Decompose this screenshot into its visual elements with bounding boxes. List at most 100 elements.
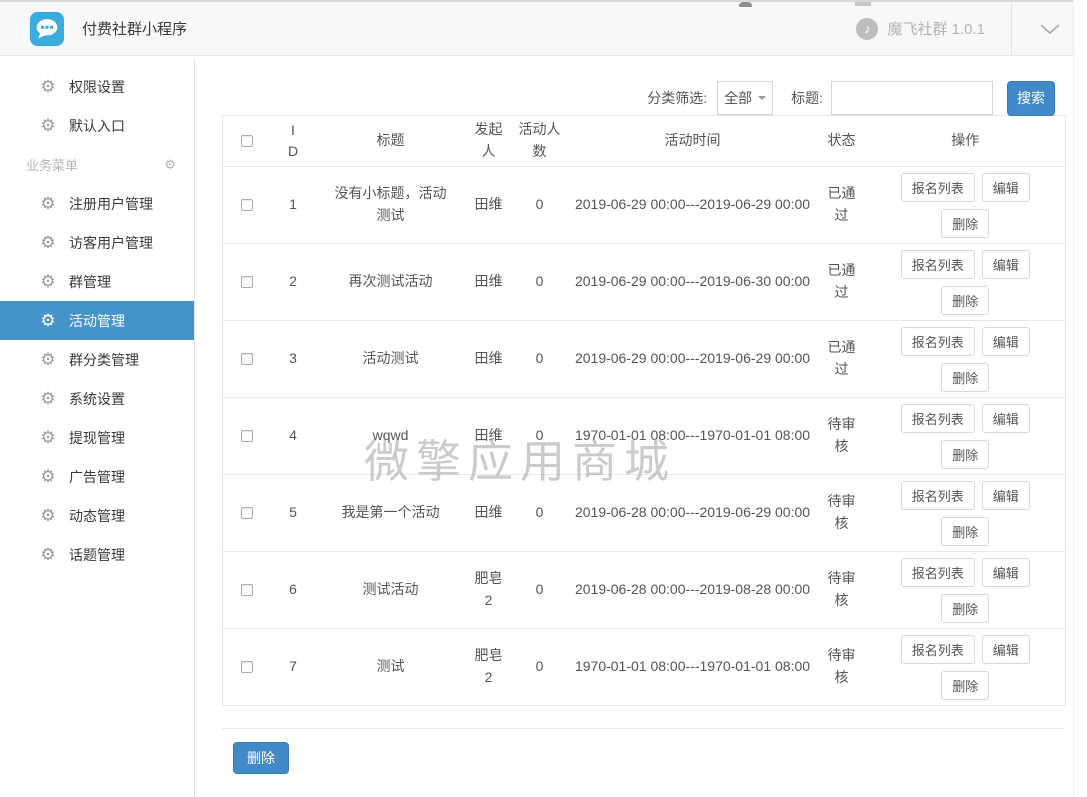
delete-button[interactable]: 删除	[941, 286, 989, 315]
sidebar-item-topic-mgmt[interactable]: ⚙ 话题管理	[0, 535, 194, 574]
cell-id: 3	[271, 321, 316, 398]
cell-initiator: 田维	[466, 167, 512, 244]
cell-id: 5	[271, 475, 316, 552]
sidebar-item-label: 提现管理	[69, 428, 125, 448]
cell-time: 2019-06-29 00:00---2019-06-29 00:00	[568, 167, 818, 244]
cell-status: 已通过	[818, 244, 866, 321]
cell-title: 活动测试	[316, 321, 466, 398]
table-row: 6 测试活动 肥皂2 0 2019-06-28 00:00---2019-08-…	[223, 552, 1066, 629]
scrollbar-track[interactable]	[1073, 0, 1087, 797]
cell-time: 2019-06-29 00:00---2019-06-29 00:00	[568, 321, 818, 398]
cell-initiator: 田维	[466, 398, 512, 475]
row-checkbox[interactable]	[241, 661, 253, 673]
cell-status: 待审核	[818, 552, 866, 629]
col-header-initiator: 发起人	[466, 116, 512, 167]
delete-button[interactable]: 删除	[941, 517, 989, 546]
table-row: 4 wqwd 田维 0 1970-01-01 08:00---1970-01-0…	[223, 398, 1066, 475]
row-checkbox[interactable]	[241, 276, 253, 288]
cell-title: wqwd	[316, 398, 466, 475]
table-row: 5 我是第一个活动 田维 0 2019-06-28 00:00---2019-0…	[223, 475, 1066, 552]
sidebar-item-withdrawal-mgmt[interactable]: ⚙ 提现管理	[0, 418, 194, 457]
title-search-input[interactable]	[831, 81, 993, 115]
title-filter-label: 标题:	[791, 88, 823, 108]
cropped-ui-artifact	[739, 2, 752, 7]
delete-button[interactable]: 删除	[941, 671, 989, 700]
sidebar-item-label: 系统设置	[69, 389, 125, 409]
delete-button[interactable]: 删除	[941, 594, 989, 623]
cell-participants: 0	[512, 552, 568, 629]
delete-button[interactable]: 删除	[941, 440, 989, 469]
table-row: 2 再次测试活动 田维 0 2019-06-29 00:00---2019-06…	[223, 244, 1066, 321]
cell-initiator: 肥皂2	[466, 552, 512, 629]
row-checkbox[interactable]	[241, 584, 253, 596]
gear-icon: ⚙	[38, 506, 58, 526]
row-checkbox[interactable]	[241, 199, 253, 211]
gear-icon: ⚙	[38, 467, 58, 487]
table-header-row: ID 标题 发起人 活动人数 活动时间 状态 操作	[223, 116, 1066, 167]
gear-icon: ⚙	[38, 77, 58, 97]
cell-time: 1970-01-01 08:00---1970-01-01 08:00	[568, 398, 818, 475]
app-title: 付费社群小程序	[82, 18, 187, 39]
edit-button[interactable]: 编辑	[982, 481, 1030, 510]
bulk-delete-button[interactable]: 删除	[233, 742, 289, 774]
cell-id: 4	[271, 398, 316, 475]
sidebar-item-group-mgmt[interactable]: ⚙ 群管理	[0, 262, 194, 301]
sidebar-item-ad-mgmt[interactable]: ⚙ 广告管理	[0, 457, 194, 496]
sidebar-item-label: 活动管理	[69, 311, 125, 331]
signup-list-button[interactable]: 报名列表	[901, 558, 975, 587]
sidebar-item-default-entry[interactable]: ⚙ 默认入口	[0, 106, 194, 145]
edit-button[interactable]: 编辑	[982, 173, 1030, 202]
signup-list-button[interactable]: 报名列表	[901, 481, 975, 510]
signup-list-button[interactable]: 报名列表	[901, 327, 975, 356]
sidebar-item-feed-mgmt[interactable]: ⚙ 动态管理	[0, 496, 194, 535]
signup-list-button[interactable]: 报名列表	[901, 173, 975, 202]
caret-down-icon	[758, 96, 766, 100]
sidebar-navigation: ⚙ 权限设置 ⚙ 默认入口 业务菜单 ⚙ ⚙ 注册用户管理 ⚙ 访客用户管理 ⚙…	[0, 59, 195, 797]
cell-time: 2019-06-29 00:00---2019-06-30 00:00	[568, 244, 818, 321]
cell-time: 1970-01-01 08:00---1970-01-01 08:00	[568, 629, 818, 706]
cell-id: 2	[271, 244, 316, 321]
cell-title: 再次测试活动	[316, 244, 466, 321]
sidebar-item-label: 话题管理	[69, 545, 125, 565]
row-checkbox[interactable]	[241, 507, 253, 519]
edit-button[interactable]: 编辑	[982, 635, 1030, 664]
cell-initiator: 田维	[466, 321, 512, 398]
sidebar-item-system-settings[interactable]: ⚙ 系统设置	[0, 379, 194, 418]
edit-button[interactable]: 编辑	[982, 250, 1030, 279]
signup-list-button[interactable]: 报名列表	[901, 635, 975, 664]
delete-button[interactable]: 删除	[941, 209, 989, 238]
sidebar-item-registered-user-mgmt[interactable]: ⚙ 注册用户管理	[0, 184, 194, 223]
row-checkbox[interactable]	[241, 353, 253, 365]
select-all-checkbox[interactable]	[241, 135, 253, 147]
edit-button[interactable]: 编辑	[982, 558, 1030, 587]
signup-list-button[interactable]: 报名列表	[901, 404, 975, 433]
sidebar-item-permission-settings[interactable]: ⚙ 权限设置	[0, 67, 194, 106]
gear-icon: ⚙	[38, 311, 58, 331]
cell-title: 没有小标题，活动测试	[316, 167, 466, 244]
sidebar-item-visitor-user-mgmt[interactable]: ⚙ 访客用户管理	[0, 223, 194, 262]
sidebar-item-activity-mgmt[interactable]: ⚙ 活动管理	[0, 301, 194, 340]
gear-icon: ⚙	[38, 233, 58, 253]
section-gear-icon[interactable]: ⚙	[164, 157, 176, 173]
sidebar-item-label: 权限设置	[69, 77, 125, 97]
delete-button[interactable]: 删除	[941, 363, 989, 392]
cell-participants: 0	[512, 321, 568, 398]
category-select[interactable]: 全部	[717, 81, 773, 115]
module-logo-icon: ♪	[856, 18, 878, 40]
gear-icon: ⚙	[38, 350, 58, 370]
edit-button[interactable]: 编辑	[982, 327, 1030, 356]
cell-initiator: 肥皂2	[466, 629, 512, 706]
sidebar-item-group-category-mgmt[interactable]: ⚙ 群分类管理	[0, 340, 194, 379]
signup-list-button[interactable]: 报名列表	[901, 250, 975, 279]
col-header-id: ID	[288, 120, 298, 162]
row-checkbox[interactable]	[241, 430, 253, 442]
edit-button[interactable]: 编辑	[982, 404, 1030, 433]
cell-participants: 0	[512, 475, 568, 552]
search-button[interactable]: 搜索	[1007, 81, 1055, 116]
gear-icon: ⚙	[38, 116, 58, 136]
panel-divider	[222, 728, 1065, 729]
sidebar-item-label: 默认入口	[69, 116, 125, 136]
cell-title: 我是第一个活动	[316, 475, 466, 552]
cell-status: 已通过	[818, 321, 866, 398]
cell-id: 1	[271, 167, 316, 244]
